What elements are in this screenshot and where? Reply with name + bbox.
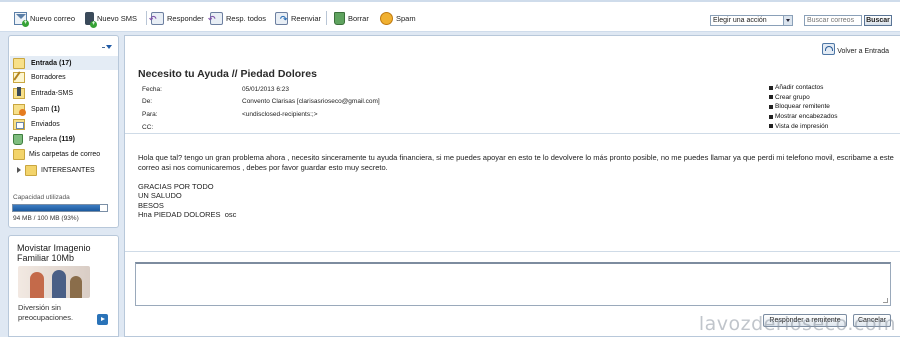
search-input[interactable] — [804, 15, 862, 26]
block-sender-link[interactable]: Bloquear remitente — [769, 102, 838, 112]
resize-grip-icon[interactable] — [883, 298, 888, 303]
delete-button[interactable]: Borrar — [334, 10, 369, 26]
create-group-link[interactable]: Crear grupo — [769, 93, 838, 103]
unread-count: (1) — [51, 105, 60, 113]
sidebar-item-inbox[interactable]: Entrada (17) — [10, 56, 118, 70]
divider — [125, 133, 900, 134]
header-label-from: De: — [142, 98, 153, 105]
folder-label: Borradores — [31, 73, 66, 81]
sidebar-item-interesantes[interactable]: INTERESANTES — [13, 163, 95, 177]
back-arrow-icon — [822, 43, 836, 55]
show-headers-link[interactable]: Mostrar encabezados — [769, 112, 838, 122]
divider — [125, 251, 900, 252]
arrow-right-icon[interactable] — [97, 314, 108, 325]
folder-label: Papelera — [29, 135, 58, 143]
chevron-down-icon — [783, 16, 792, 25]
unread-count: (17) — [59, 59, 72, 67]
capacity-text: 94 MB / 100 MB (93%) — [13, 215, 79, 222]
mobile-phone-icon: + — [85, 11, 97, 28]
spam-folder-icon — [13, 103, 26, 116]
message-body: Hola que tal? tengo un gran problema aho… — [138, 153, 894, 219]
reply-button[interactable]: ↶ Responder — [149, 10, 204, 26]
header-label-to: Para: — [142, 111, 158, 118]
folder-label: Mis carpetas de correo — [29, 150, 101, 158]
new-sms-button[interactable]: + Nuevo SMS — [85, 10, 137, 28]
message-subject: Necesito tu Ayuda // Piedad Dolores — [138, 68, 317, 80]
toolbar-divider — [326, 11, 327, 25]
header-label-date: Fecha: — [142, 86, 162, 93]
print-view-link[interactable]: Vista de impresión — [769, 121, 838, 131]
ad-banner[interactable]: Movistar Imagenio Familiar 10Mb Diversió… — [8, 235, 119, 337]
trash-folder-icon — [13, 133, 23, 145]
spam-button[interactable]: Spam — [380, 10, 416, 26]
ad-subtitle: Diversión sin preocupaciones. — [18, 303, 74, 322]
expand-arrow-icon[interactable] — [17, 167, 21, 173]
folder-label: Entrada-SMS — [31, 89, 74, 97]
reply-textarea[interactable] — [135, 262, 891, 306]
toolbar-divider — [146, 11, 147, 25]
folder-label: Entrada — [31, 59, 58, 67]
folder-label: Enviados — [31, 120, 60, 128]
folder-label: INTERESANTES — [41, 166, 95, 174]
new-mail-icon: + — [14, 11, 29, 27]
sidebar-item-sent[interactable]: Enviados — [13, 117, 60, 131]
search-button[interactable]: Buscar — [864, 15, 892, 26]
sidebar-item-spam[interactable]: Spam (1) — [13, 102, 60, 116]
inbox-icon — [13, 57, 25, 69]
sidebar-item-sms[interactable]: Entrada-SMS — [13, 86, 73, 100]
header-value-from[interactable]: Convento Clarisas [clarisasrioseco@gmail… — [242, 98, 380, 105]
sent-icon — [13, 118, 25, 130]
new-mail-button[interactable]: + Nuevo correo — [14, 10, 75, 27]
sms-icon — [13, 86, 25, 99]
folder-icon — [13, 148, 25, 160]
forward-button[interactable]: ↷ Reenviar — [275, 10, 321, 26]
sidebar-item-drafts[interactable]: Borradores — [13, 70, 66, 84]
folder-sidebar: Entrada (17) Borradores Entrada-SMS Spam… — [8, 35, 119, 228]
reply-all-button[interactable]: ↶ Resp. todos — [208, 10, 266, 26]
capacity-bar — [12, 204, 108, 212]
forward-icon: ↷ — [275, 11, 288, 25]
folder-label: Spam — [31, 105, 50, 113]
watermark: lavozderioseco.com — [698, 313, 896, 335]
reply-icon: ↶ — [149, 11, 164, 25]
action-select[interactable]: Elegir una acción — [710, 15, 793, 26]
collapse-icon[interactable] — [102, 45, 112, 51]
toolbar: + Nuevo correo + Nuevo SMS ↶ Responder ↶… — [0, 0, 900, 32]
header-value-date: 05/01/2013 6:23 — [242, 86, 289, 93]
sidebar-item-trash[interactable]: Papelera (119) — [13, 132, 75, 146]
add-contacts-link[interactable]: Añadir contactos — [769, 83, 838, 93]
ad-photo — [18, 266, 90, 298]
capacity-fill — [13, 205, 101, 211]
message-actions: Añadir contactos Crear grupo Bloquear re… — [769, 83, 838, 131]
drafts-icon — [13, 71, 25, 83]
unread-count: (119) — [58, 135, 75, 143]
reply-all-icon: ↶ — [208, 11, 223, 25]
sidebar-item-my-folders[interactable]: Mis carpetas de correo — [13, 147, 100, 161]
folder-icon — [25, 164, 37, 176]
spam-icon — [380, 11, 393, 25]
capacity-label: Capacidad utilizada — [13, 194, 70, 201]
message-panel: Volver a Entrada Necesito tu Ayuda // Pi… — [124, 35, 900, 337]
back-to-inbox-link[interactable]: Volver a Entrada — [822, 43, 889, 55]
header-value-to: <undisclosed-recipients:;> — [242, 111, 318, 118]
trash-icon — [334, 11, 345, 25]
header-label-cc: CC: — [142, 124, 154, 131]
ad-title: Movistar Imagenio Familiar 10Mb — [17, 243, 91, 263]
